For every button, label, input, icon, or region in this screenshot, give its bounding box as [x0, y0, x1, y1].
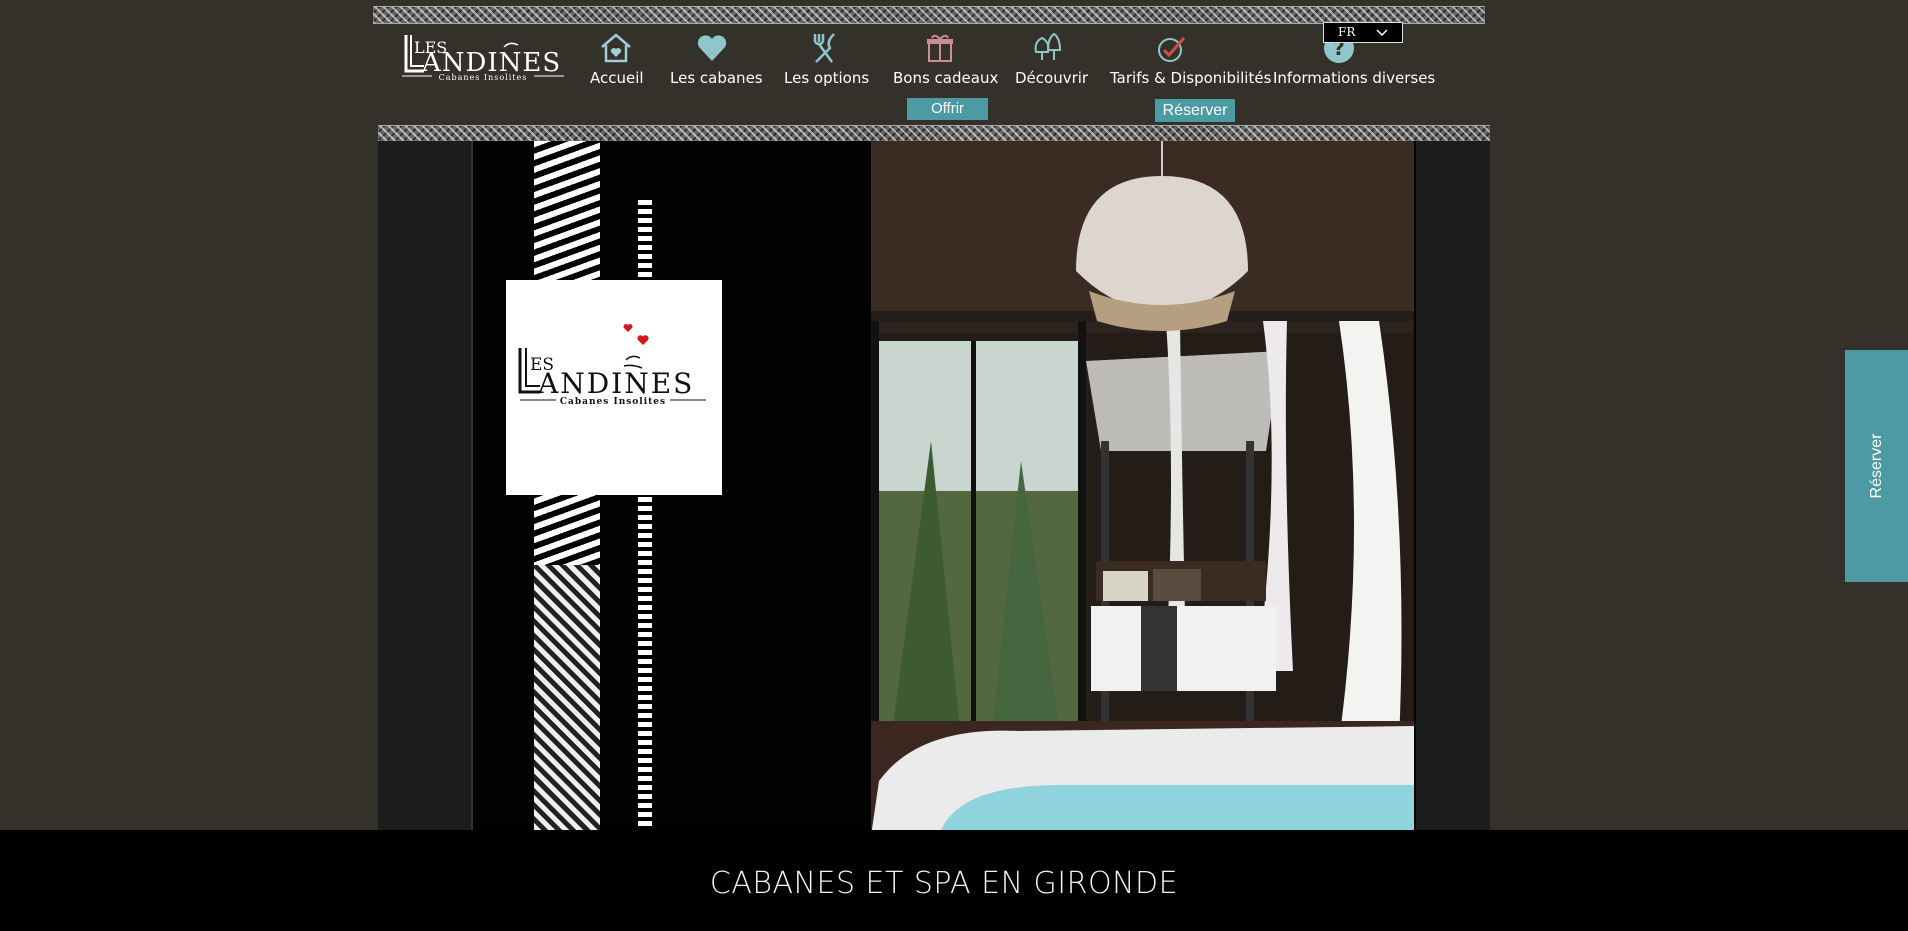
heart-icon [623, 324, 633, 332]
nav-item-bons-cadeaux[interactable]: Bons cadeaux [893, 30, 999, 90]
chevron-down-icon [1376, 29, 1388, 37]
offrir-button[interactable]: Offrir [907, 98, 988, 120]
nav-item-tarifs-disponibilites[interactable]: Tarifs & Disponibilités [1110, 30, 1272, 90]
language-selected: FR [1338, 25, 1356, 39]
checkmark-icon [1158, 37, 1186, 62]
language-selector[interactable]: FR [1323, 22, 1403, 43]
nav-label: Les cabanes [670, 69, 763, 87]
decorative-pattern-band-top [373, 6, 1485, 24]
nav-label: Bons cadeaux [893, 69, 999, 87]
hero-photo-cabin-interior [871, 141, 1414, 830]
gift-icon [927, 34, 953, 62]
side-tab-label: Réserver [1867, 433, 1885, 499]
reserver-button[interactable]: Réserver [1155, 99, 1235, 122]
logo-tagline: Cabanes Insolites [439, 73, 528, 82]
site-logo[interactable]: LES ANDINES Cabanes Insolites [400, 33, 566, 88]
nav-label: Les options [784, 69, 870, 87]
decorative-stripe-diamond [534, 565, 600, 830]
nav-item-decouvrir[interactable]: Découvrir [1015, 30, 1089, 90]
heart-icon [637, 335, 649, 345]
side-reserver-tab[interactable]: Réserver [1845, 350, 1908, 582]
hero-logo-card: ES ANDINES Cabanes Insolites [506, 280, 722, 495]
nav-item-accueil[interactable]: Accueil [590, 30, 644, 90]
nav-item-les-cabanes[interactable]: Les cabanes [670, 30, 763, 90]
nav-label: Accueil [590, 69, 644, 87]
nav-label: Informations diverses [1273, 69, 1436, 87]
nav-label: Découvrir [1015, 69, 1089, 87]
house-icon [601, 33, 631, 63]
card-logo-tagline: Cabanes Insolites [560, 397, 666, 407]
footer-title: CABANES ET SPA EN GIRONDE [709, 866, 1179, 901]
nav-item-les-options[interactable]: Les options [784, 30, 870, 90]
trees-icon [1034, 32, 1062, 60]
card-logo-andines: ANDINES [537, 367, 694, 400]
nav-label: Tarifs & Disponibilités [1110, 69, 1272, 87]
heart-icon [697, 35, 727, 61]
cutlery-icon [813, 33, 835, 63]
